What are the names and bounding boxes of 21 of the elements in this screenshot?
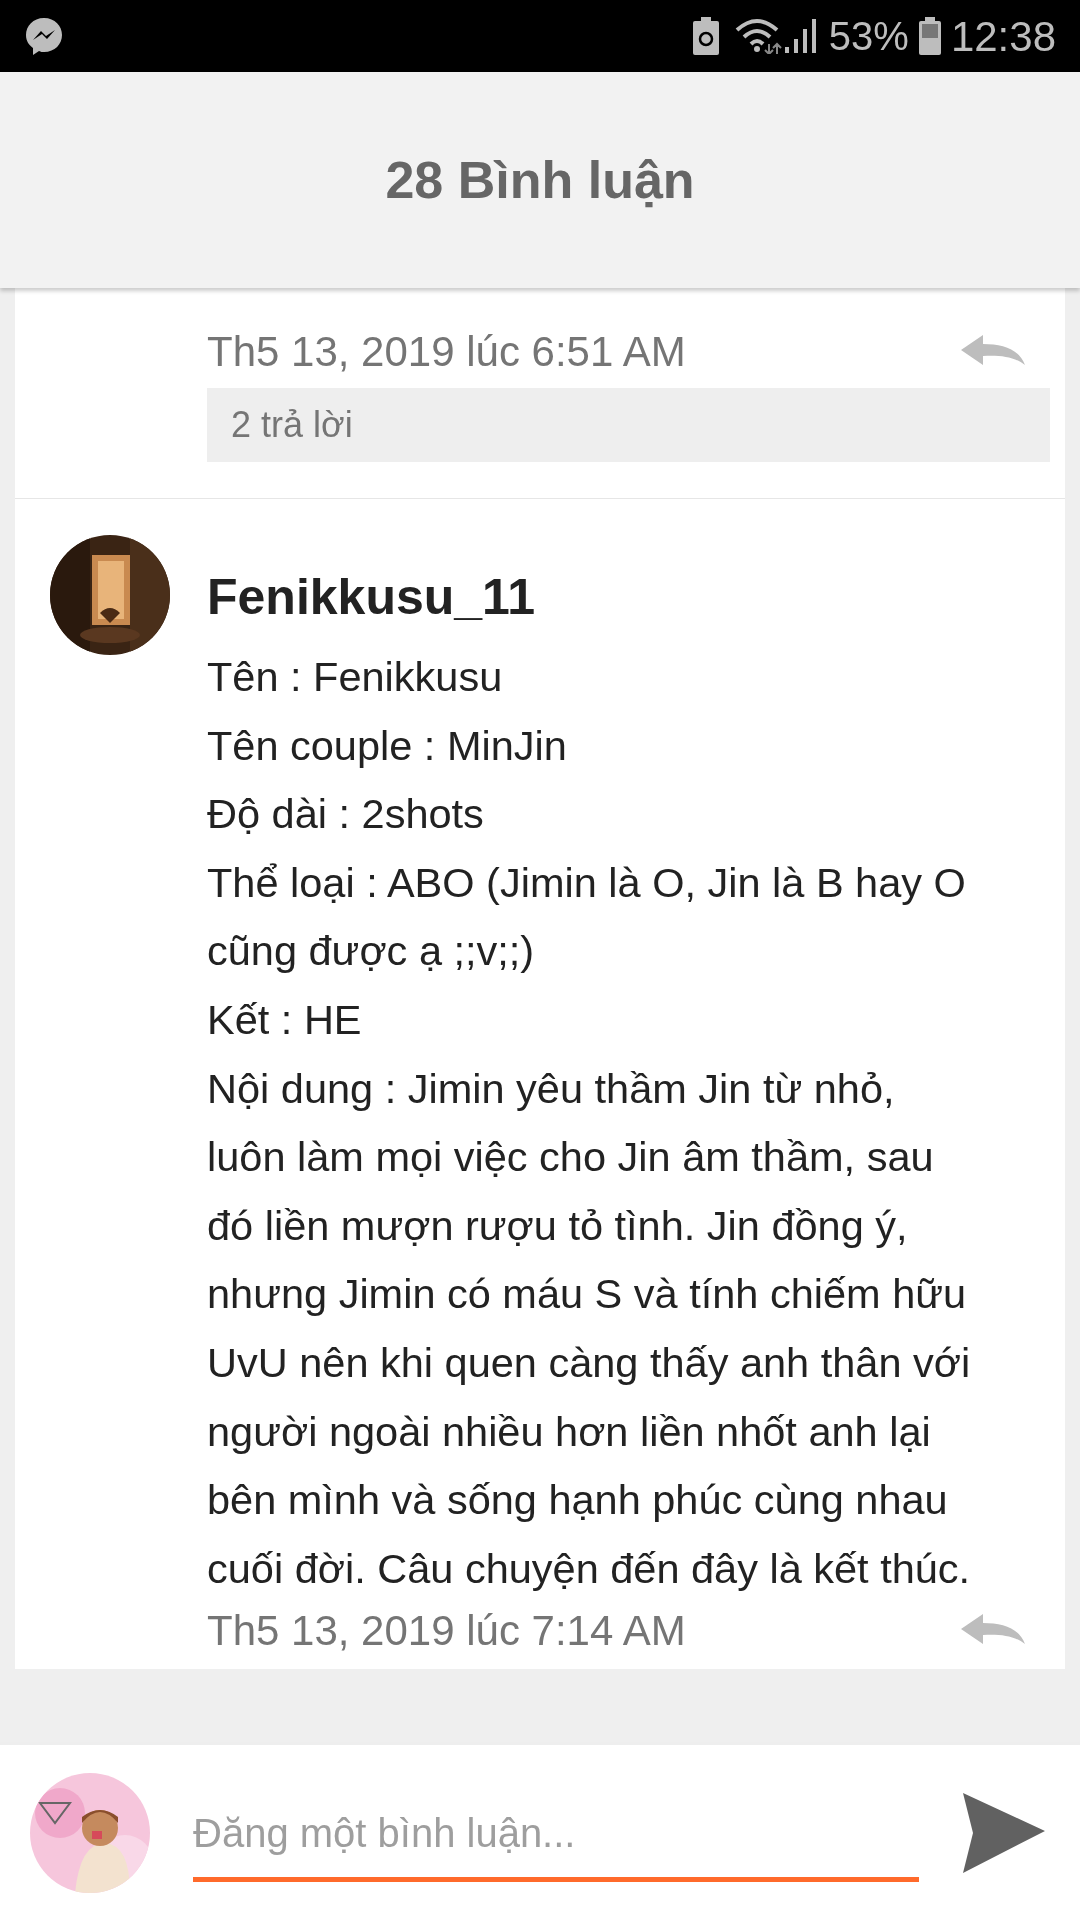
comment-text: Kết : HE	[207, 994, 363, 1045]
clock: 12:38	[950, 11, 1056, 62]
battery-icon	[918, 17, 941, 55]
messenger-icon	[24, 16, 64, 56]
battery-percent: 53%	[828, 13, 909, 60]
wifi-icon	[734, 18, 783, 54]
comment-text: Tên couple : MinJin	[207, 720, 568, 771]
send-icon[interactable]	[963, 1792, 1045, 1873]
comment-author[interactable]: Fenikkusu_11	[207, 565, 1050, 629]
comment-composer[interactable]: Đăng một bình luận...	[0, 1742, 1080, 1920]
comment-timestamp: Th5 13, 2019 lúc 6:51 AM	[207, 327, 686, 377]
comment-input[interactable]: Đăng một bình luận...	[193, 1797, 919, 1882]
comment-timestamp: Th5 13, 2019 lúc 7:14 AM	[207, 1606, 686, 1657]
replies-button[interactable]: 2 trả lời	[207, 388, 1050, 462]
signal-icon	[784, 19, 819, 53]
comment-text: Tên : Fenikkusu	[207, 652, 504, 702]
header-title: 28 Bình luận	[385, 150, 695, 211]
comment-text: Nội dung : Jimin yêu thầm Jin từ nhỏ, luôn làm mọi việc cho Jin âm thầm, sau đó liền mượn rượu tỏ tình. Jin đồng ý, nhưng Jimin có máu S và tính chiếm hữu UvU nên khi quen càng thấy anh thân với người ngoài nhiều hơn liền nhốt anh lại bên mình và sống hạnh phúc cùng nhau cuối đời. Câu chuyện đến đây là kết thúc.	[207, 1063, 972, 1594]
comment-text: Độ dài : 2shots	[207, 789, 485, 840]
comment-text: Thể loại : ABO (Jimin là O, Jin là B hay O cũng được ạ ;;v;;)	[207, 857, 967, 977]
battery-saver-icon	[692, 17, 719, 55]
